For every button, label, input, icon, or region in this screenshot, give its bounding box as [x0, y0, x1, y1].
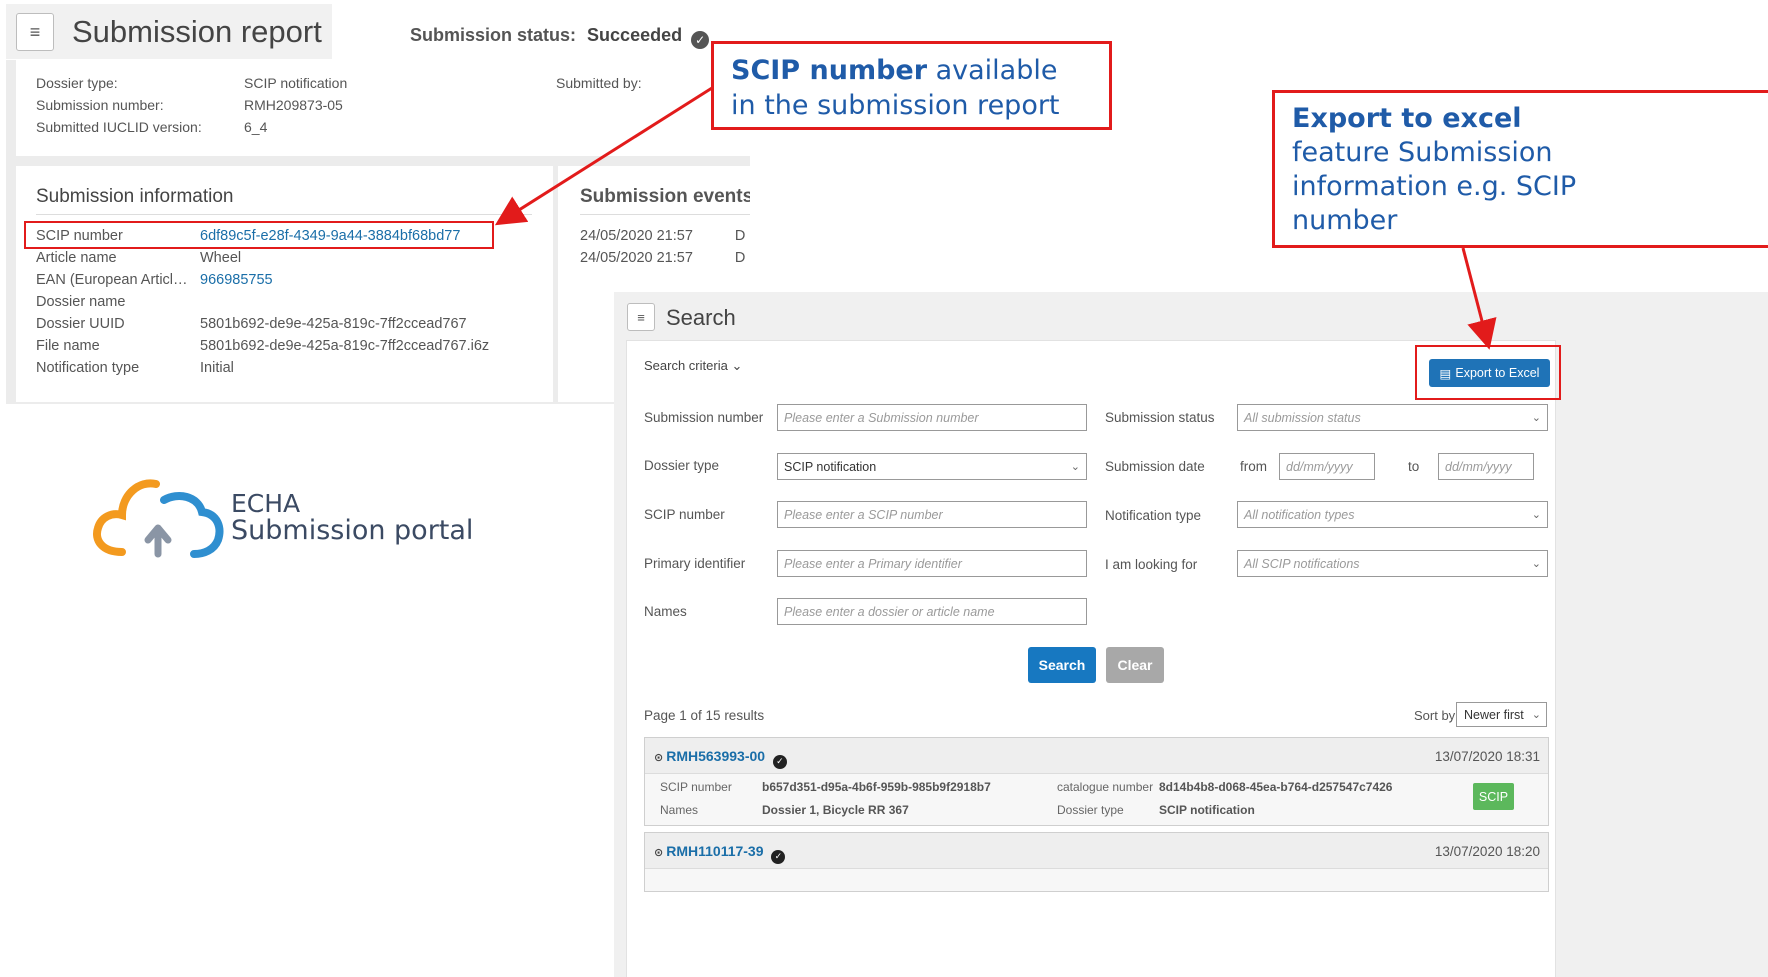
- results-count: Page 1 of 15 results: [644, 708, 765, 723]
- export-highlight: ▤ Export to Excel: [1415, 345, 1561, 400]
- looking-for-select[interactable]: All SCIP notifications ⌄: [1237, 550, 1548, 577]
- search-menu-button[interactable]: ≡: [627, 303, 655, 331]
- chevron-down-icon: ⌄: [1531, 558, 1541, 570]
- result-date: 13/07/2020 18:31: [1434, 749, 1540, 764]
- submission-number-input[interactable]: Please enter a Submission number: [777, 404, 1087, 431]
- search-card: Search criteria ⌄ ▤ Export to Excel Subm…: [626, 340, 1561, 977]
- result-dossier-type-value: SCIP notification: [1159, 803, 1255, 817]
- clear-button[interactable]: Clear: [1106, 647, 1164, 683]
- submission-status-select[interactable]: All submission status ⌄: [1237, 404, 1548, 431]
- primary-identifier-input[interactable]: Please enter a Primary identifier: [777, 550, 1087, 577]
- submission-status: Submission status: Succeeded ✓: [410, 25, 710, 49]
- chevron-down-icon: ⌄: [1531, 412, 1541, 424]
- event-row: 24/05/2020 21:57 D: [580, 228, 746, 244]
- result-card[interactable]: ⊙ RMH110117-39 ✓ 13/07/2020 18:20: [644, 832, 1549, 892]
- result-catalogue-label: catalogue number: [1057, 780, 1154, 794]
- echa-logo: ECHA Submission portal: [92, 470, 492, 565]
- submission-information-card: Submission information SCIP number 6df89…: [16, 166, 553, 402]
- chevron-down-icon: ⌄: [1531, 709, 1541, 721]
- result-names-value: Dossier 1, Bicycle RR 367: [762, 803, 909, 817]
- submission-date-label: Submission date: [1105, 459, 1205, 474]
- check-circle-icon: ✓: [772, 754, 787, 769]
- expand-icon: ⊙: [654, 752, 664, 764]
- result-header: ⊙ RMH110117-39 ✓ 13/07/2020 18:20: [645, 833, 1548, 869]
- status-value: Succeeded: [587, 25, 683, 45]
- result-catalogue-value: 8d14b4b8-d068-45ea-b764-d257547c7426: [1159, 780, 1393, 794]
- spreadsheet-icon: ▤: [1439, 366, 1452, 381]
- search-title: Search: [666, 305, 736, 330]
- result-date: 13/07/2020 18:20: [1434, 844, 1540, 859]
- submission-report-header: ≡ Submission report Submission status: S…: [0, 0, 750, 62]
- menu-icon: ≡: [29, 21, 41, 42]
- logo-text: ECHA Submission portal: [231, 490, 473, 544]
- date-to-label: to: [1408, 459, 1420, 474]
- result-names-label: Names: [660, 803, 699, 817]
- scip-number-callout: SCIP number available in the submission …: [711, 41, 1112, 130]
- report-menu-button[interactable]: ≡: [16, 13, 54, 51]
- search-criteria-toggle[interactable]: Search criteria ⌄: [644, 358, 742, 374]
- scip-number-label: SCIP number: [644, 507, 725, 522]
- submission-number-label: Submission number: [644, 410, 764, 425]
- submission-status-label: Submission status: [1105, 410, 1215, 425]
- dossier-type-select[interactable]: SCIP notification ⌄: [777, 453, 1087, 480]
- sort-select[interactable]: Newer first ⌄: [1456, 702, 1547, 727]
- report-meta-card: Dossier type: SCIP notification Submissi…: [16, 60, 750, 156]
- check-circle-icon: ✓: [771, 849, 786, 864]
- looking-for-label: I am looking for: [1105, 557, 1198, 572]
- result-id-link[interactable]: ⊙ RMH110117-39 ✓: [654, 843, 786, 864]
- scip-number-input[interactable]: Please enter a SCIP number: [777, 501, 1087, 528]
- scip-badge: SCIP: [1473, 783, 1514, 810]
- menu-icon: ≡: [637, 309, 645, 325]
- submitted-by-label: Submitted by:: [556, 75, 642, 91]
- notification-type-label: Notification type: [1105, 508, 1202, 523]
- result-header: ⊙ RMH563993-00 ✓ 13/07/2020 18:31: [645, 738, 1548, 774]
- date-to-input[interactable]: dd/mm/yyyy ▦: [1438, 453, 1534, 480]
- chevron-down-icon: ⌄: [1531, 509, 1541, 521]
- result-scip-value: b657d351-d95a-4b6f-959b-985b9f2918b7: [762, 780, 991, 794]
- search-button[interactable]: Search: [1028, 647, 1096, 683]
- divider: [36, 214, 532, 215]
- result-dossier-type-label: Dossier type: [1057, 803, 1124, 817]
- event-row: 24/05/2020 21:57 D: [580, 250, 746, 266]
- export-callout: Export to excel feature Submission infor…: [1272, 90, 1768, 248]
- date-from-label: from: [1240, 459, 1267, 474]
- sort-label: Sort by: [1414, 708, 1456, 723]
- expand-icon: ⊙: [654, 847, 664, 859]
- check-circle-icon: ✓: [691, 31, 710, 49]
- date-from-input[interactable]: dd/mm/yyyy ▦: [1279, 453, 1375, 480]
- notification-type-select[interactable]: All notification types ⌄: [1237, 501, 1548, 528]
- export-to-excel-button[interactable]: ▤ Export to Excel: [1429, 359, 1550, 387]
- scip-number-highlight: [24, 221, 494, 249]
- logo-line-1: ECHA: [231, 489, 301, 518]
- dossier-type-label: Dossier type: [644, 458, 720, 473]
- logo-line-2: Submission portal: [231, 515, 474, 546]
- result-id-link[interactable]: ⊙ RMH563993-00 ✓: [654, 748, 787, 769]
- search-panel: ≡ Search Search criteria ⌄ ▤ Export to E…: [614, 292, 1768, 977]
- divider: [580, 214, 750, 215]
- page-title: Submission report: [72, 14, 322, 49]
- names-input[interactable]: Please enter a dossier or article name: [777, 598, 1087, 625]
- chevron-down-icon: ⌄: [731, 358, 743, 373]
- result-card[interactable]: ⊙ RMH563993-00 ✓ 13/07/2020 18:31 SCIP nu…: [644, 737, 1549, 826]
- result-scip-label: SCIP number: [660, 780, 732, 794]
- submission-information-title: Submission information: [36, 186, 234, 207]
- chevron-down-icon: ⌄: [1070, 461, 1080, 473]
- submission-events-title: Submission events: [580, 186, 750, 207]
- cloud-upload-icon: [93, 479, 224, 558]
- ean-link[interactable]: 966985755: [200, 272, 273, 288]
- names-label: Names: [644, 604, 687, 619]
- primary-identifier-label: Primary identifier: [644, 556, 746, 571]
- status-label: Submission status:: [410, 25, 577, 45]
